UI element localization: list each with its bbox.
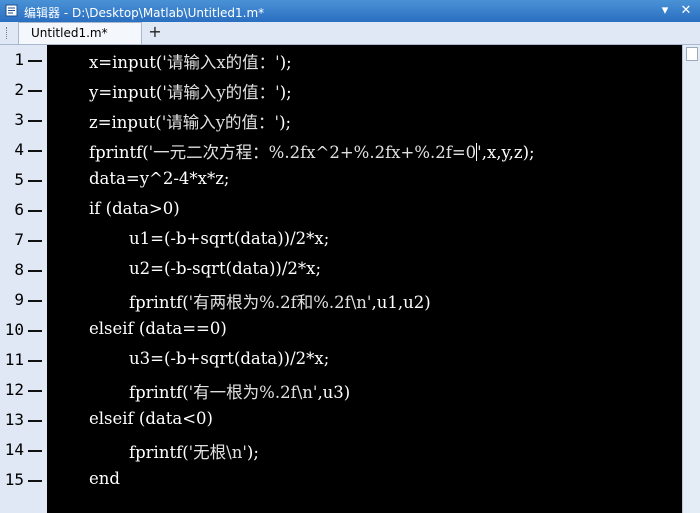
code-line[interactable]: elseif (data<0)	[89, 409, 213, 428]
code-line[interactable]: u2=(-b-sqrt(data))/2*x;	[129, 259, 321, 278]
line-number: 7	[14, 230, 24, 249]
string-literal: '有一根为%.2f\n'	[188, 383, 318, 402]
code-token: );	[279, 113, 292, 132]
code-line[interactable]: y=input('请输入y的值：');	[89, 79, 292, 103]
add-tab-button[interactable]: +	[145, 22, 165, 44]
code-token: z=input(	[89, 113, 162, 132]
breakpoint-marker[interactable]	[28, 390, 42, 392]
breakpoint-marker[interactable]	[28, 420, 42, 422]
line-number-gutter: 1 2 3 4 5 6 7 8 9 10 11 12 13 14 15	[0, 45, 47, 513]
vertical-scrollbar[interactable]	[682, 45, 700, 513]
code-line[interactable]: z=input('请输入y的值：');	[89, 109, 291, 133]
code-line[interactable]: data=y^2-4*x*z;	[89, 169, 229, 188]
string-literal: '请输入y的值：'	[161, 113, 280, 132]
tab-label: Untitled1.m*	[31, 26, 108, 40]
code-token: fprintf(	[129, 383, 189, 402]
breakpoint-marker[interactable]	[28, 480, 42, 482]
string-literal: '请输入x的值：'	[162, 53, 280, 72]
breakpoint-marker[interactable]	[28, 450, 42, 452]
code-token: u1=(-b+sqrt(data))/2*x;	[129, 229, 330, 248]
line-number: 3	[14, 110, 24, 129]
code-line[interactable]: x=input('请输入x的值：');	[89, 49, 292, 73]
breakpoint-marker[interactable]	[28, 60, 42, 62]
code-token: ,u1,u2)	[371, 293, 431, 312]
code-token: );	[279, 53, 292, 72]
editor-app-icon	[5, 4, 18, 17]
code-token: ,u3)	[317, 383, 351, 402]
code-line[interactable]: fprintf('有一根为%.2f\n',u3)	[129, 379, 350, 403]
line-number: 4	[14, 140, 24, 159]
code-line[interactable]: fprintf('有两根为%.2f和%.2f\n',u1,u2)	[129, 289, 431, 313]
code-token: elseif (data==0)	[89, 319, 227, 338]
string-literal: '有两根为%.2f和%.2f\n'	[188, 293, 372, 312]
code-line[interactable]: if (data>0)	[89, 199, 180, 218]
code-token: fprintf(	[89, 143, 149, 162]
string-literal: '无根\n'	[188, 443, 247, 462]
code-token: );	[279, 83, 292, 102]
tab-grip-handle[interactable]	[6, 27, 9, 39]
window-title: 编辑器 - D:\Desktop\Matlab\Untitled1.m*	[24, 6, 265, 20]
close-icon[interactable]: ✕	[678, 3, 694, 19]
breakpoint-marker[interactable]	[28, 90, 42, 92]
line-number: 6	[14, 200, 24, 219]
line-number: 2	[14, 80, 24, 99]
line-number: 13	[4, 410, 24, 429]
code-token: end	[89, 469, 120, 488]
string-literal: '请输入y的值：'	[162, 83, 280, 102]
line-number: 5	[14, 170, 24, 189]
code-token: u2=(-b-sqrt(data))/2*x;	[129, 259, 321, 278]
breakpoint-marker[interactable]	[28, 180, 42, 182]
breakpoint-marker[interactable]	[28, 330, 42, 332]
code-token: ,x,y,z);	[481, 143, 535, 162]
breakpoint-marker[interactable]	[28, 300, 42, 302]
title-bar: 编辑器 - D:\Desktop\Matlab\Untitled1.m* ▾ ✕	[0, 0, 700, 22]
breakpoint-marker[interactable]	[28, 360, 42, 362]
code-line[interactable]: u1=(-b+sqrt(data))/2*x;	[129, 229, 329, 248]
code-editor[interactable]: x=input('请输入x的值：'); y=input('请输入y的值：'); z=…	[47, 45, 682, 513]
code-token: data=y^2-4*x*z;	[89, 169, 230, 188]
line-number: 15	[4, 470, 24, 489]
code-token: y=input(	[89, 83, 163, 102]
code-line[interactable]: fprintf('一元二次方程：%.2fx^2+%.2fx+%.2f=0',x,…	[89, 139, 535, 163]
code-token: elseif (data<0)	[89, 409, 213, 428]
code-token: u3=(-b+sqrt(data))/2*x;	[129, 349, 330, 368]
breakpoint-marker[interactable]	[28, 240, 42, 242]
code-token: );	[246, 443, 259, 462]
breakpoint-marker[interactable]	[28, 120, 42, 122]
code-token: fprintf(	[129, 443, 189, 462]
line-number: 8	[14, 260, 24, 279]
line-number: 11	[4, 350, 24, 369]
code-line[interactable]: end	[89, 469, 120, 488]
line-number: 12	[4, 380, 24, 399]
line-number: 14	[4, 440, 24, 459]
code-token: fprintf(	[129, 293, 189, 312]
line-number: 10	[4, 320, 24, 339]
line-number: 9	[14, 290, 24, 309]
line-number: 1	[14, 50, 24, 69]
code-line[interactable]: u3=(-b+sqrt(data))/2*x;	[129, 349, 329, 368]
breakpoint-marker[interactable]	[28, 150, 42, 152]
tab-untitled1[interactable]: Untitled1.m*	[18, 22, 142, 44]
code-token: if (data>0)	[89, 199, 180, 218]
code-line[interactable]: fprintf('无根\n');	[129, 439, 259, 463]
dropdown-menu-icon[interactable]: ▾	[657, 3, 673, 19]
breakpoint-marker[interactable]	[28, 270, 42, 272]
code-token: x=input(	[89, 53, 163, 72]
scrollbar-thumb[interactable]	[686, 47, 698, 61]
string-literal: '一元二次方程：%.2fx^2+%.2fx+%.2f=0	[148, 143, 477, 162]
matlab-editor-window: 编辑器 - D:\Desktop\Matlab\Untitled1.m* ▾ ✕…	[0, 0, 700, 513]
breakpoint-marker[interactable]	[28, 210, 42, 212]
code-line[interactable]: elseif (data==0)	[89, 319, 227, 338]
